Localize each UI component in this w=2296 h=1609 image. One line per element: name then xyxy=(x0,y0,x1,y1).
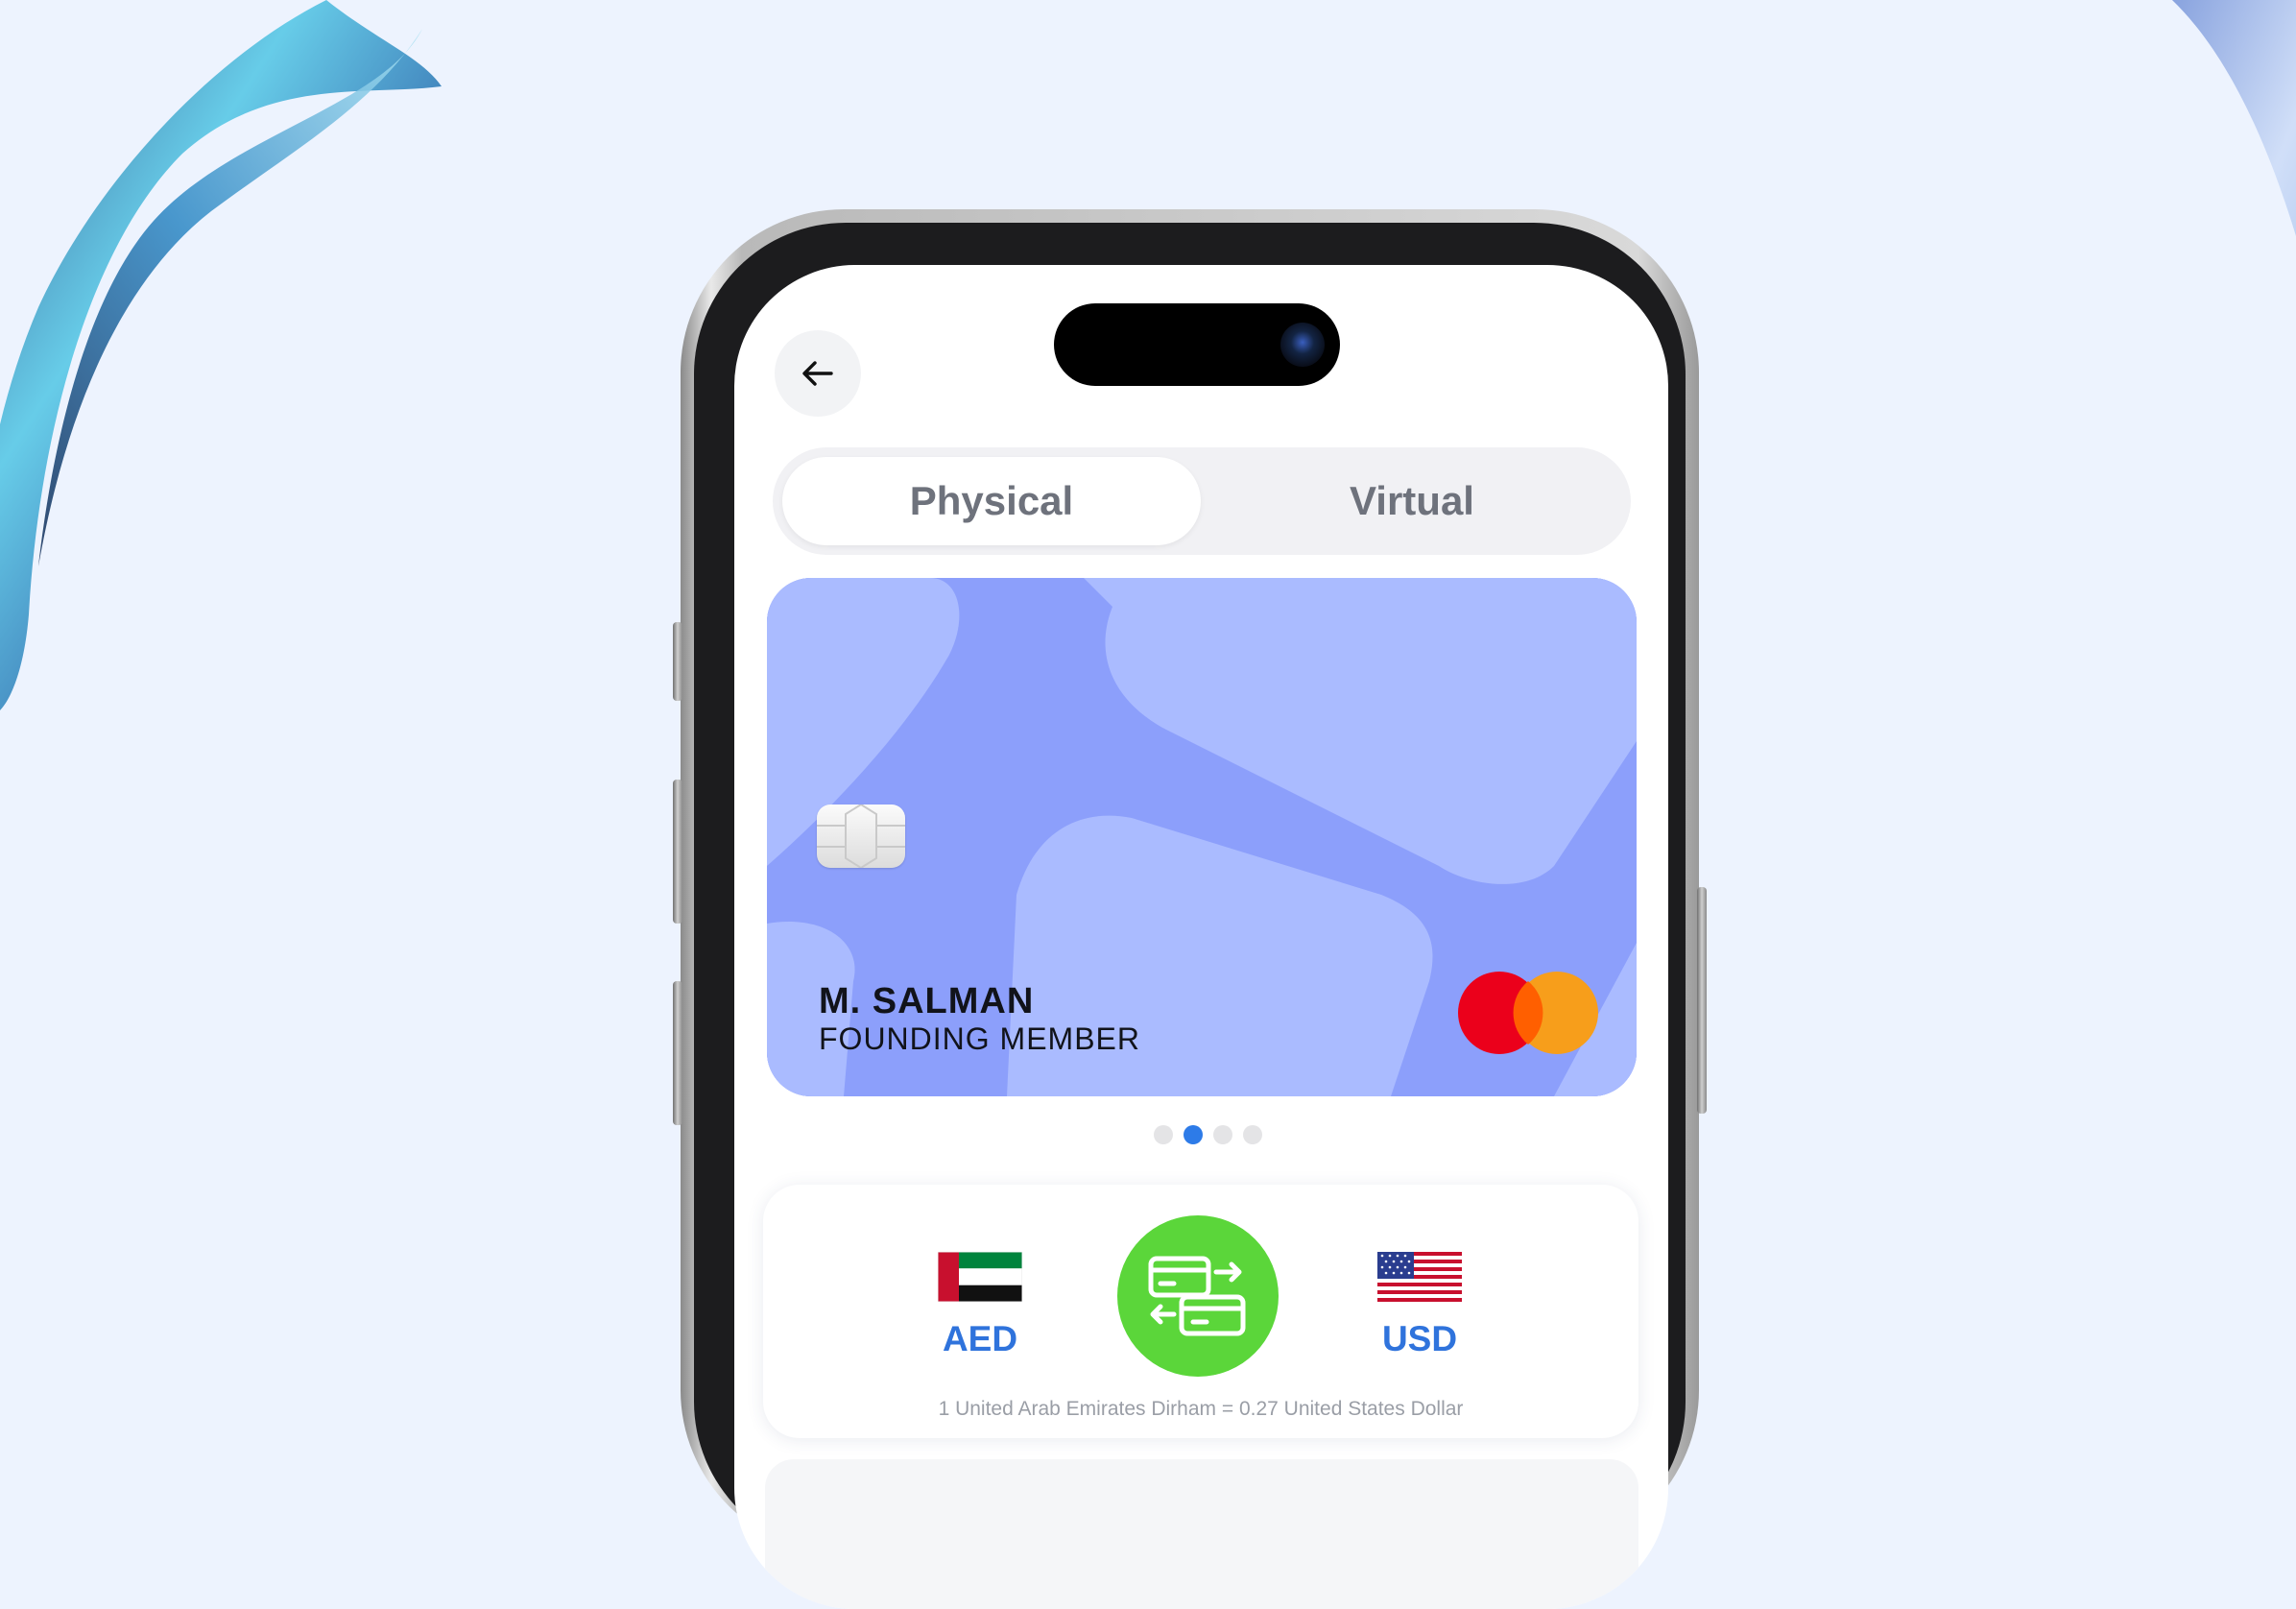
from-currency-label[interactable]: AED xyxy=(913,1319,1047,1359)
next-section-panel xyxy=(765,1459,1638,1609)
mute-switch xyxy=(673,622,682,701)
volume-up-button xyxy=(673,780,682,924)
card-holder-name: M. SALMAN xyxy=(819,981,1035,1021)
card-membership-label: FOUNDING MEMBER xyxy=(819,1021,1140,1056)
glass-ribbon-decoration xyxy=(0,0,442,710)
payment-card[interactable]: M. SALMAN FOUNDING MEMBER xyxy=(767,578,1637,1096)
glass-ribbon-decoration-right xyxy=(2171,0,2296,236)
carousel-dot-active[interactable] xyxy=(1184,1125,1203,1144)
arrow-left-icon xyxy=(802,361,833,386)
uae-flag-icon[interactable] xyxy=(938,1252,1022,1302)
card-chip-icon xyxy=(817,803,905,870)
card-exchange-icon xyxy=(1148,1256,1246,1336)
phone-mockup: Physical Virtual M. SALMAN FOUNDING MEMB… xyxy=(673,209,1707,1609)
card-type-toggle: Physical Virtual xyxy=(773,447,1631,555)
exchange-rate-text: 1 United Arab Emirates Dirham = 0.27 Uni… xyxy=(938,1398,1464,1420)
currency-swap-button[interactable] xyxy=(1117,1215,1279,1377)
volume-down-button xyxy=(673,981,682,1125)
carousel-dot[interactable] xyxy=(1243,1125,1262,1144)
camera-lens-icon xyxy=(1280,323,1325,367)
power-button xyxy=(1697,887,1707,1114)
dynamic-island xyxy=(1054,303,1340,386)
carousel-dot[interactable] xyxy=(1213,1125,1232,1144)
phone-bezel: Physical Virtual M. SALMAN FOUNDING MEMB… xyxy=(694,223,1686,1609)
carousel-dot[interactable] xyxy=(1154,1125,1173,1144)
back-button[interactable] xyxy=(775,330,861,417)
card-carousel-indicator xyxy=(1154,1125,1262,1144)
us-flag-icon[interactable] xyxy=(1377,1252,1462,1302)
to-currency-label[interactable]: USD xyxy=(1352,1319,1487,1359)
tab-virtual[interactable]: Virtual xyxy=(1203,457,1621,545)
mastercard-logo xyxy=(1458,972,1598,1054)
tab-physical[interactable]: Physical xyxy=(782,457,1201,545)
app-screen: Physical Virtual M. SALMAN FOUNDING MEMB… xyxy=(734,265,1668,1609)
currency-converter-panel: AED USD 1 United Arab Emirates Dirham = … xyxy=(763,1185,1638,1438)
